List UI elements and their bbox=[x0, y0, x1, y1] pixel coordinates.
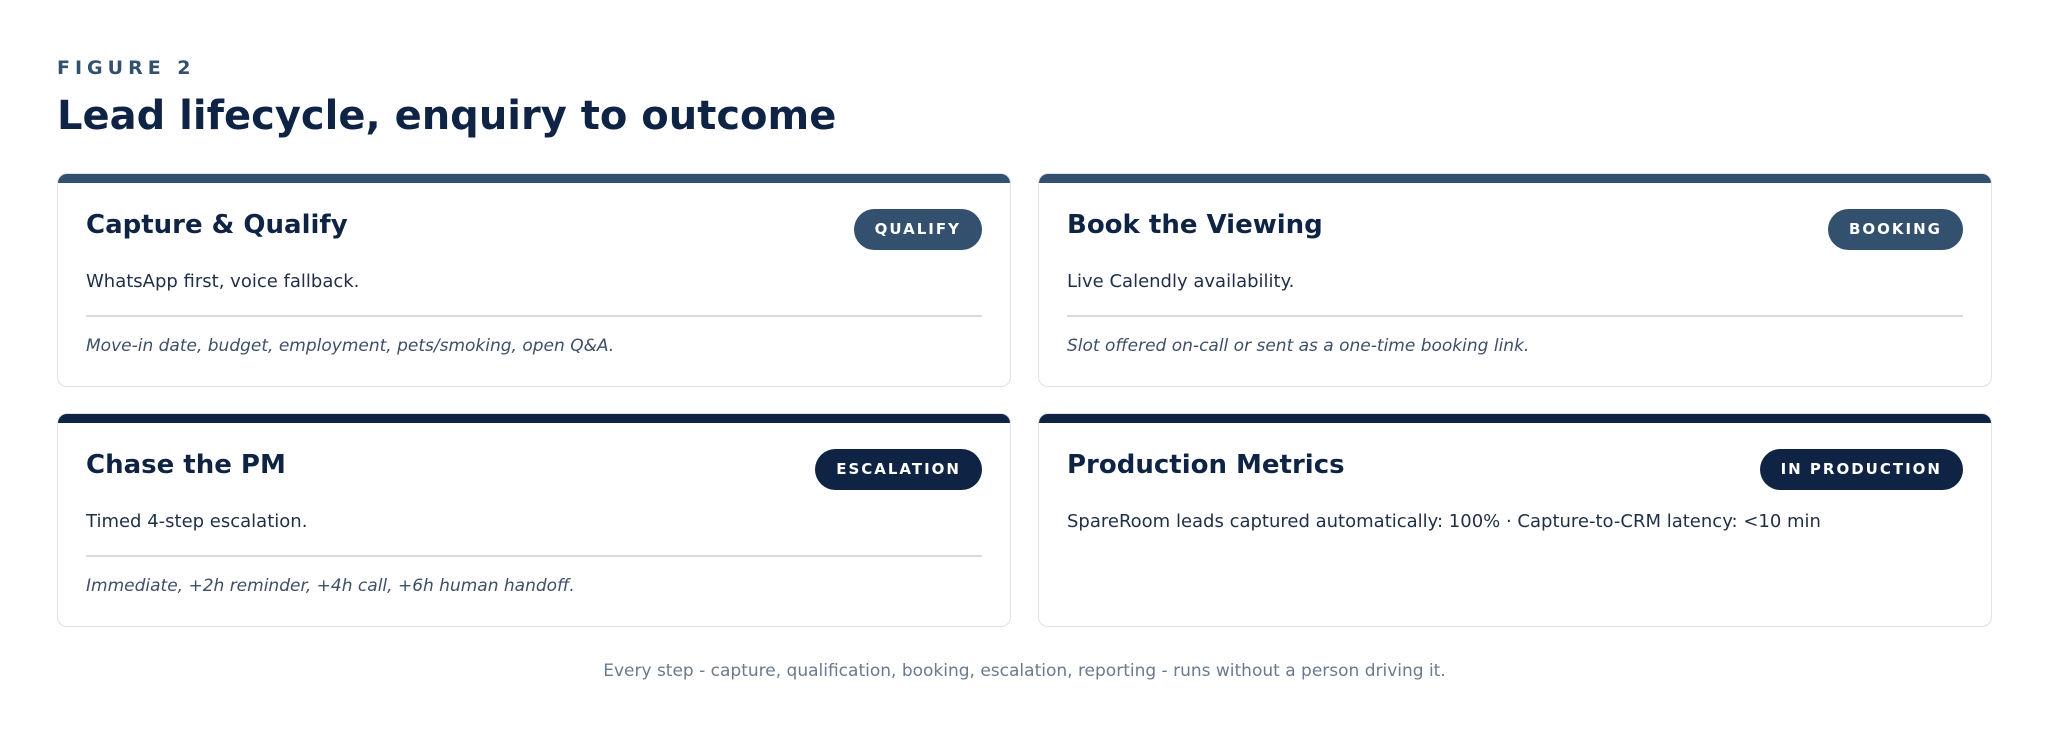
card-divider bbox=[1067, 315, 1963, 317]
figure-caption: Every step - capture, qualification, boo… bbox=[603, 661, 1446, 681]
card-accent-bar bbox=[1039, 414, 1991, 423]
card-divider bbox=[86, 315, 982, 317]
card-note: Move-in date, budget, employment, pets/s… bbox=[86, 336, 615, 356]
card-capture-qualify: Capture & Qualify QUALIFY WhatsApp first… bbox=[57, 173, 1011, 387]
stage-badge: ESCALATION bbox=[815, 449, 982, 490]
card-description: Live Calendly availability. bbox=[1067, 271, 1295, 292]
card-book-viewing: Book the Viewing BOOKING Live Calendly a… bbox=[1038, 173, 1992, 387]
card-title: Production Metrics bbox=[1067, 450, 1345, 480]
card-title: Capture & Qualify bbox=[86, 210, 348, 240]
card-description: SpareRoom leads captured automatically: … bbox=[1067, 511, 1821, 532]
card-accent-bar bbox=[1039, 174, 1991, 183]
figure-title: Lead lifecycle, enquiry to outcome bbox=[57, 93, 837, 139]
stage-badge: BOOKING bbox=[1827, 209, 1963, 250]
card-title: Chase the PM bbox=[86, 450, 286, 480]
card-note: Slot offered on-call or sent as a one-ti… bbox=[1067, 336, 1530, 356]
card-accent-bar bbox=[58, 174, 1010, 183]
card-title: Book the Viewing bbox=[1067, 210, 1323, 240]
stage-badge: QUALIFY bbox=[853, 209, 982, 250]
card-note: Immediate, +2h reminder, +4h call, +6h h… bbox=[86, 576, 575, 596]
card-chase-pm: Chase the PM ESCALATION Timed 4-step esc… bbox=[57, 413, 1011, 627]
card-description: WhatsApp first, voice fallback. bbox=[86, 271, 360, 292]
figure-label: FIGURE 2 bbox=[57, 57, 196, 79]
card-divider bbox=[86, 555, 982, 557]
stage-badge: IN PRODUCTION bbox=[1759, 449, 1963, 490]
card-accent-bar bbox=[58, 414, 1010, 423]
card-production-metrics: Production Metrics IN PRODUCTION SpareRo… bbox=[1038, 413, 1992, 627]
card-description: Timed 4-step escalation. bbox=[86, 511, 308, 532]
